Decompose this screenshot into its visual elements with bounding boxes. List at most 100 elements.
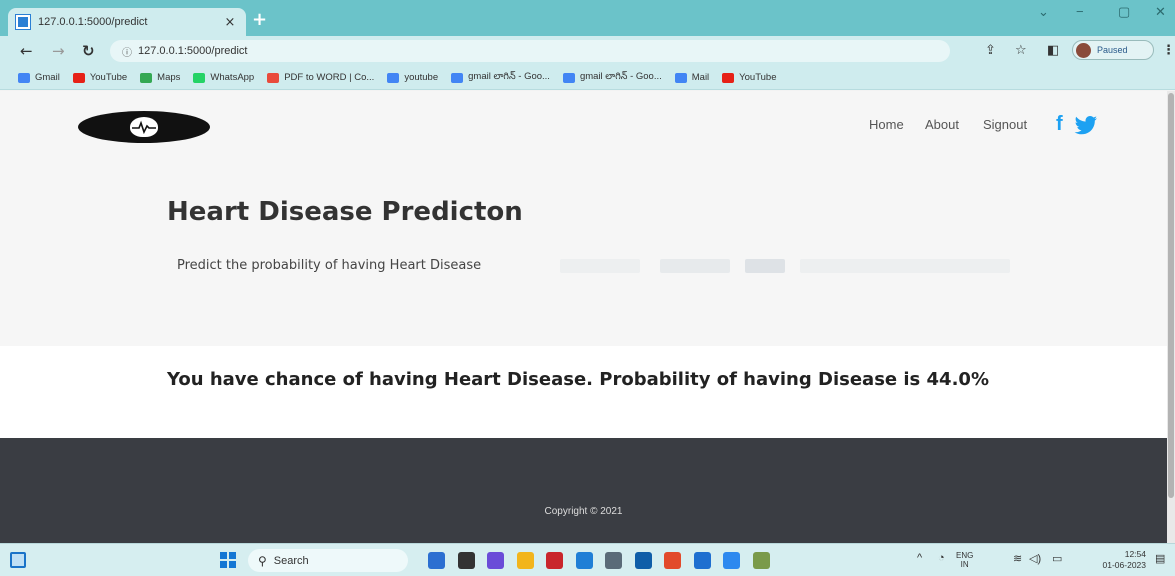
bookmark-item[interactable]: PDF to WORD | Co...	[267, 72, 374, 83]
taskbar-app-icon[interactable]	[428, 552, 445, 569]
taskbar-app-icon[interactable]	[576, 552, 593, 569]
bookmark-item[interactable]: WhatsApp	[193, 72, 254, 83]
bookmark-favicon-icon	[387, 72, 400, 83]
site-footer: Copyright © 2021	[0, 438, 1167, 543]
maximize-button[interactable]: ▢	[1118, 4, 1130, 20]
wifi-icon[interactable]: ≋	[1013, 552, 1022, 565]
bookmark-label: Mail	[691, 72, 710, 83]
bookmark-label: gmail లాగిన్ - Goo...	[579, 71, 662, 82]
prediction-result: You have chance of having Heart Disease.…	[167, 369, 989, 390]
bookmark-favicon-icon	[674, 72, 687, 83]
avatar	[1076, 42, 1091, 58]
result-section: You have chance of having Heart Disease.…	[0, 346, 1167, 438]
bookmark-favicon-icon	[72, 72, 85, 83]
bookmark-favicon-icon	[18, 72, 30, 83]
widgets-icon[interactable]	[10, 552, 26, 568]
back-arrow-icon[interactable]: ←	[20, 42, 33, 60]
taskbar-app-icon[interactable]	[605, 552, 622, 569]
browser-tab[interactable]: 127.0.0.1:5000/predict ×	[8, 8, 246, 36]
bookmark-label: Maps	[157, 72, 181, 83]
twitter-icon[interactable]	[1074, 116, 1098, 136]
site-info-icon[interactable]: ⓘ	[122, 44, 132, 59]
hero-section: Home About Signout f Heart Disease Predi…	[0, 91, 1167, 346]
address-bar[interactable]: ⓘ 127.0.0.1:5000/predict	[110, 40, 950, 62]
bookmark-label: youtube	[404, 72, 439, 83]
profile-button[interactable]: Paused	[1072, 40, 1154, 60]
region-code: IN	[960, 560, 969, 569]
volume-icon[interactable]: ◁)	[1029, 552, 1041, 565]
tray-app-icon[interactable]: ◔	[938, 552, 945, 564]
bookmark-favicon-icon	[451, 72, 464, 83]
address-url: 127.0.0.1:5000/predict	[138, 45, 248, 57]
bookmark-item[interactable]: YouTube	[72, 72, 128, 83]
battery-icon[interactable]: ▭	[1052, 552, 1062, 565]
tab-favicon-icon	[15, 14, 31, 30]
clock-date: 01-06-2023	[1102, 560, 1146, 570]
tray-overflow-icon[interactable]: ^	[917, 552, 922, 564]
bookmark-item[interactable]: Maps	[140, 72, 180, 83]
bookmark-favicon-icon	[267, 72, 280, 83]
taskbar-search-label: Search	[273, 554, 309, 567]
clock-time: 12:54	[1124, 549, 1146, 559]
taskbar-app-icon[interactable]	[458, 552, 475, 569]
decorative-blur	[800, 259, 1010, 273]
site-logo[interactable]	[78, 111, 210, 143]
bookmark-item[interactable]: youtube	[387, 72, 438, 83]
nav-home-link[interactable]: Home	[869, 117, 904, 132]
close-window-button[interactable]: ✕	[1155, 4, 1166, 20]
decorative-blur	[660, 259, 730, 273]
tab-close-icon[interactable]: ×	[222, 15, 238, 30]
side-panel-icon[interactable]: ◧	[1047, 43, 1059, 59]
bookmark-item[interactable]: gmail లాగిన్ - Goo...	[451, 71, 550, 84]
new-tab-button[interactable]: +	[252, 11, 267, 29]
taskbar-app-icon[interactable]	[487, 552, 504, 569]
language-indicator[interactable]: ENG IN	[956, 551, 973, 569]
reload-icon[interactable]: ↻	[82, 42, 95, 60]
web-page: Home About Signout f Heart Disease Predi…	[0, 91, 1167, 543]
share-icon[interactable]: ⇪	[985, 43, 996, 59]
page-scrollbar[interactable]	[1167, 91, 1175, 543]
bookmark-label: YouTube	[739, 72, 777, 83]
page-title: Heart Disease Predicton	[167, 197, 523, 227]
bookmark-favicon-icon	[193, 72, 206, 83]
bookmark-label: WhatsApp	[210, 72, 255, 83]
profile-status: Paused	[1097, 45, 1128, 55]
browser-tabstrip: 127.0.0.1:5000/predict × + ⌄ − ▢ ✕	[0, 0, 1175, 36]
bookmark-favicon-icon	[562, 72, 575, 83]
minimize-button[interactable]: −	[1076, 4, 1084, 19]
bookmark-item[interactable]: gmail లాగిన్ - Goo...	[562, 71, 662, 84]
tab-title: 127.0.0.1:5000/predict	[38, 16, 148, 28]
facebook-icon[interactable]: f	[1056, 113, 1063, 136]
bookmark-item[interactable]: YouTube	[722, 72, 777, 83]
taskbar-app-icon[interactable]	[546, 552, 563, 569]
taskbar-app-icon[interactable]	[517, 552, 534, 569]
bookmark-item[interactable]: Mail	[674, 72, 710, 83]
taskbar-app-icon[interactable]	[723, 552, 740, 569]
taskbar-app-icon[interactable]	[635, 552, 652, 569]
start-menu-icon[interactable]	[220, 552, 236, 568]
notification-icon[interactable]: ▤	[1155, 552, 1165, 565]
bookmark-favicon-icon	[140, 72, 153, 83]
bookmark-label: Gmail	[35, 72, 60, 83]
decorative-blur	[560, 259, 640, 273]
nav-signout-link[interactable]: Signout	[983, 117, 1027, 132]
bookmark-item[interactable]: Gmail	[18, 72, 60, 83]
tab-search-icon[interactable]: ⌄	[1038, 4, 1049, 20]
heartbeat-icon	[132, 120, 156, 135]
browser-toolbar: ← → ↻ ⓘ 127.0.0.1:5000/predict ⇪ ☆ ◧ ⋮	[0, 36, 1175, 66]
bookmark-star-icon[interactable]: ☆	[1015, 43, 1027, 59]
taskbar-app-icon[interactable]	[664, 552, 681, 569]
nav-about-link[interactable]: About	[925, 117, 959, 132]
bookmark-label: PDF to WORD | Co...	[284, 72, 375, 83]
taskbar-search[interactable]: ⚲ Search	[248, 549, 408, 572]
windows-taskbar: ⚲ Search ^ ◔ ENG IN ≋ ◁) ▭ 12:54 01-06-2…	[0, 543, 1175, 576]
forward-arrow-icon[interactable]: →	[52, 42, 65, 60]
taskbar-app-icon[interactable]	[694, 552, 711, 569]
page-subtitle: Predict the probability of having Heart …	[177, 258, 482, 273]
taskbar-app-icon[interactable]	[753, 552, 770, 569]
bookmark-favicon-icon	[722, 72, 735, 83]
scrollbar-thumb[interactable]	[1168, 93, 1174, 498]
bookmark-label: YouTube	[89, 72, 128, 83]
taskbar-clock[interactable]: 12:54 01-06-2023	[1086, 549, 1146, 571]
browser-menu-icon[interactable]: ⋮	[1162, 43, 1175, 59]
